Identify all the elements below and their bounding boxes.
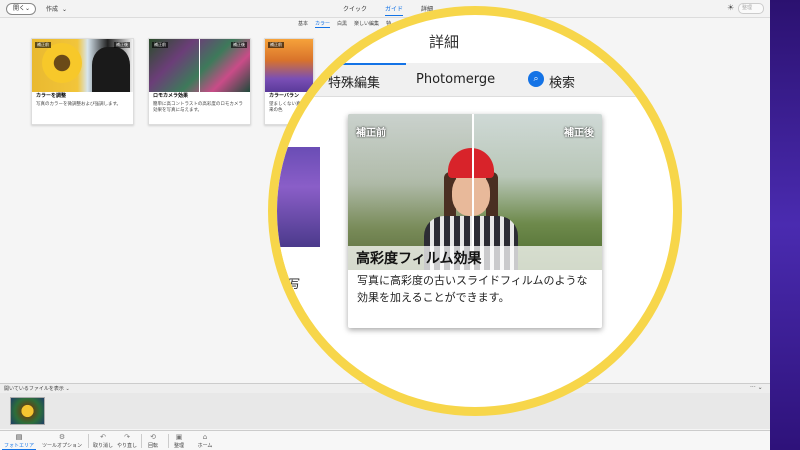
tab-special-edits[interactable]: 特殊編集 xyxy=(328,72,380,91)
dog-image xyxy=(92,47,130,92)
home-button[interactable]: ⌂ ホーム xyxy=(188,433,222,449)
partial-card-text: D写 xyxy=(279,277,301,291)
compare-divider xyxy=(199,39,200,92)
after-badge: 補正後 xyxy=(114,42,130,48)
card-description: 簡単に高コントラストの高彩度のロモカメラ効果を写真に与えます。 xyxy=(153,102,243,113)
partial-card: D写 後 xyxy=(277,147,320,335)
card-title: ロモカメラ効果 xyxy=(149,92,250,101)
create-menu[interactable]: 作成 ⌄ xyxy=(46,4,67,13)
before-badge: 補正前 xyxy=(35,42,51,48)
sunflower-image xyxy=(42,43,82,83)
card-description: 写真に高彩度の古いスライドフィルムのような効果を加えることができます。 xyxy=(357,274,588,304)
open-button[interactable]: 開く ⌄ xyxy=(6,3,36,15)
tool-options-label: ツールオプション xyxy=(41,443,82,449)
card-title: カラーを調整 xyxy=(32,92,133,101)
chevron-down-icon: ⌄ xyxy=(62,6,68,13)
organizer-button[interactable]: 整理 xyxy=(738,3,764,14)
bottom-toolbar: ▤ フォトエリア ⚙ ツールオプション ↶ 取り消し ↷ やり直し ⟲ 回転 ▣… xyxy=(0,430,770,450)
search-icon[interactable]: ⌕ xyxy=(528,71,544,87)
partial-card-image xyxy=(277,147,320,247)
photo-bin-icon: ▤ xyxy=(15,433,23,441)
guided-edit-card[interactable]: 補正前 補正後 カラーを調整 写真のカラーを微調整および強調します。 xyxy=(31,38,134,125)
photo-bin-button[interactable]: ▤ フォトエリア xyxy=(2,433,36,450)
before-badge: 補正前 xyxy=(152,42,168,48)
card-title: 高彩度フィルム効果 xyxy=(348,246,602,272)
tab-photomerge[interactable]: Photomerge xyxy=(416,72,495,87)
after-badge: 補正後 xyxy=(231,42,247,48)
film-effect-card[interactable]: 補正前 補正後 高彩度フィルム効果 写真に高彩度の古いスライドフィルムのような効… xyxy=(348,114,602,328)
photo-bin-thumbnail[interactable] xyxy=(10,397,45,425)
chevron-down-icon: ⌄ xyxy=(24,5,30,12)
before-label: 補正前 xyxy=(356,128,386,139)
open-files-dropdown[interactable]: 開いているファイルを表示 xyxy=(4,386,64,392)
guided-edit-card[interactable]: 補正前 補正後 ロモカメラ効果 簡単に高コントラストの高彩度のロモカメラ効果を写… xyxy=(148,38,251,125)
desktop-background xyxy=(770,0,800,450)
magnified-tabs: 編集 特殊編集 Photomerge ⌕ 検索 xyxy=(277,63,673,97)
home-icon: ⌂ xyxy=(202,433,208,441)
redo-label: やり直し xyxy=(116,443,137,449)
after-label: 補正後 xyxy=(564,128,594,139)
open-button-label: 開く xyxy=(13,5,26,12)
create-label: 作成 xyxy=(46,6,59,13)
magnifier-content: 詳細 編集 特殊編集 Photomerge ⌕ 検索 D写 後 xyxy=(277,15,673,407)
brightness-icon[interactable]: ☀ xyxy=(727,3,734,12)
face xyxy=(452,172,490,216)
organizer-label: 整理 xyxy=(742,5,753,11)
rotate-label: 回転 xyxy=(147,443,158,449)
tab-edits-partial[interactable]: 編集 xyxy=(289,72,315,91)
card-description: 写真のカラーを微調整および強調します。 xyxy=(36,102,122,107)
home-label: ホーム xyxy=(197,443,213,449)
magnifier-callout: 詳細 編集 特殊編集 Photomerge ⌕ 検索 D写 後 xyxy=(268,6,682,416)
tool-options-button[interactable]: ⚙ ツールオプション xyxy=(40,433,84,449)
tool-options-icon: ⚙ xyxy=(58,433,66,441)
photo-bin-label: フォトエリア xyxy=(3,443,34,449)
more-options-icon[interactable]: ··· ⌄ xyxy=(750,384,763,391)
chevron-down-icon: ⌄ xyxy=(65,386,70,392)
tab-active-indicator xyxy=(326,63,406,65)
search-label[interactable]: 検索 xyxy=(549,72,575,91)
card-thumbnail: 補正前 補正後 xyxy=(32,39,133,92)
organizer-nav-label: 整理 xyxy=(173,443,184,449)
app-window: 開く ⌄ 作成 ⌄ クイック ガイド 詳細 ☀ 整理 基本 カラー 白黒 楽しい編… xyxy=(0,0,770,450)
magnified-mode-title: 詳細 xyxy=(429,33,460,51)
card-thumbnail: 補正前 補正後 xyxy=(149,39,250,92)
